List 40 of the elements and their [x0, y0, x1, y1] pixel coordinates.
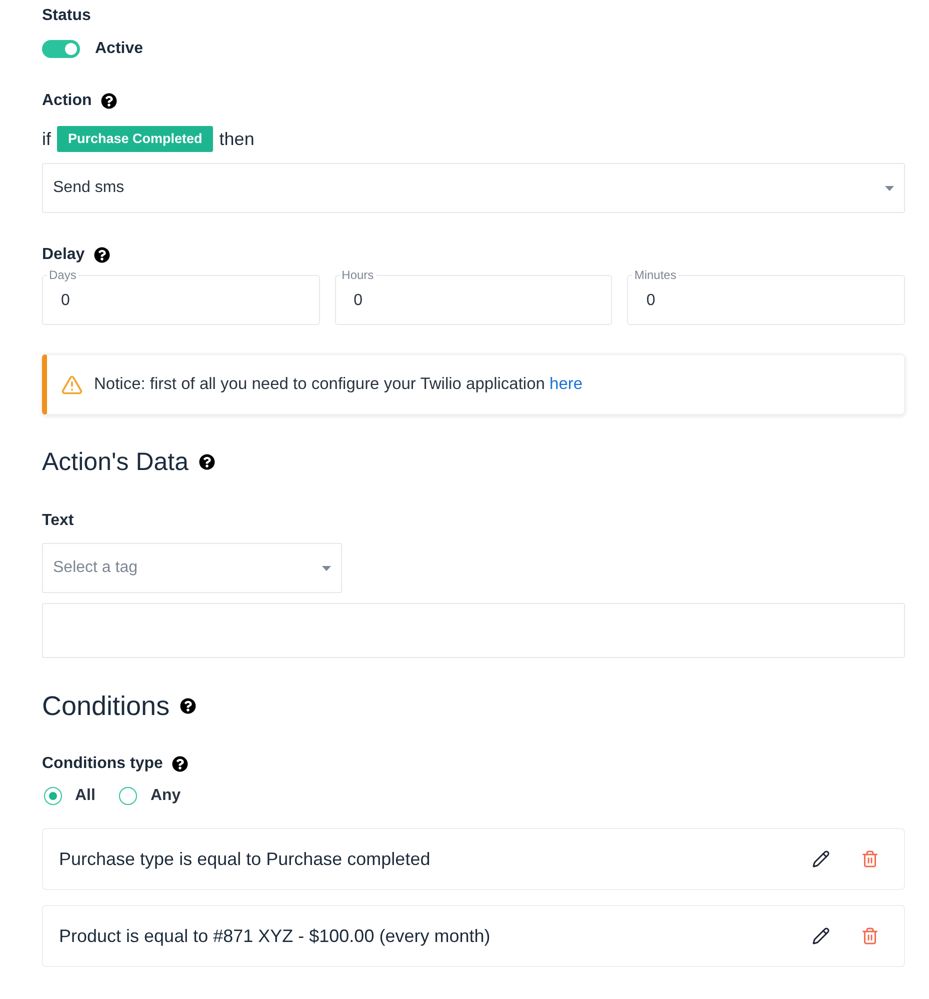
number-field[interactable]: Hours 0	[334, 268, 612, 325]
caret-icon	[322, 566, 331, 570]
condition-text: Product is equal to #871 XYZ - $100.00 (every month)	[59, 926, 492, 946]
help-icon[interactable]	[100, 93, 117, 109]
field-label: Delay	[42, 245, 85, 265]
help-icon[interactable]	[180, 698, 196, 714]
if-text: if	[42, 128, 51, 150]
field-label: Action	[42, 91, 92, 111]
trash-icon	[861, 850, 879, 868]
edit-button[interactable]	[812, 850, 830, 868]
delete-button[interactable]	[861, 927, 879, 945]
section-heading: Action's Data	[42, 447, 189, 478]
field-label: Status	[42, 6, 91, 26]
caret-icon	[885, 186, 894, 190]
help-icon[interactable]	[172, 756, 188, 772]
number-field[interactable]: Minutes 0	[627, 268, 905, 325]
field-label: Conditions type	[42, 754, 163, 774]
edit-button[interactable]	[812, 927, 830, 945]
radio-option[interactable]: All	[42, 787, 96, 805]
section-heading: Conditions	[42, 690, 170, 722]
toggle-label: Active	[95, 39, 144, 59]
notice-text: Notice: first of all you need to configure your Twilio application here	[94, 375, 583, 394]
warning-icon	[60, 374, 84, 396]
field-label: Text	[42, 511, 74, 531]
trash-icon	[861, 927, 879, 945]
tag-select[interactable]: Select a tag	[42, 543, 342, 593]
pencil-icon	[812, 850, 830, 868]
text-field[interactable]	[42, 603, 905, 658]
then-text: then	[219, 128, 254, 150]
action-select[interactable]: Send sms	[42, 163, 905, 213]
pencil-icon	[812, 927, 830, 945]
trigger-badge: Purchase Completed	[57, 126, 214, 152]
configure-link[interactable]: here	[550, 375, 583, 393]
number-field[interactable]: Days 0	[42, 268, 320, 325]
help-icon[interactable]	[94, 247, 110, 263]
condition-text: Purchase type is equal to Purchase completed	[59, 848, 432, 870]
delete-button[interactable]	[861, 850, 879, 868]
status-toggle[interactable]	[42, 40, 80, 58]
help-icon[interactable]	[198, 454, 215, 470]
radio-option[interactable]: Any	[117, 787, 181, 805]
